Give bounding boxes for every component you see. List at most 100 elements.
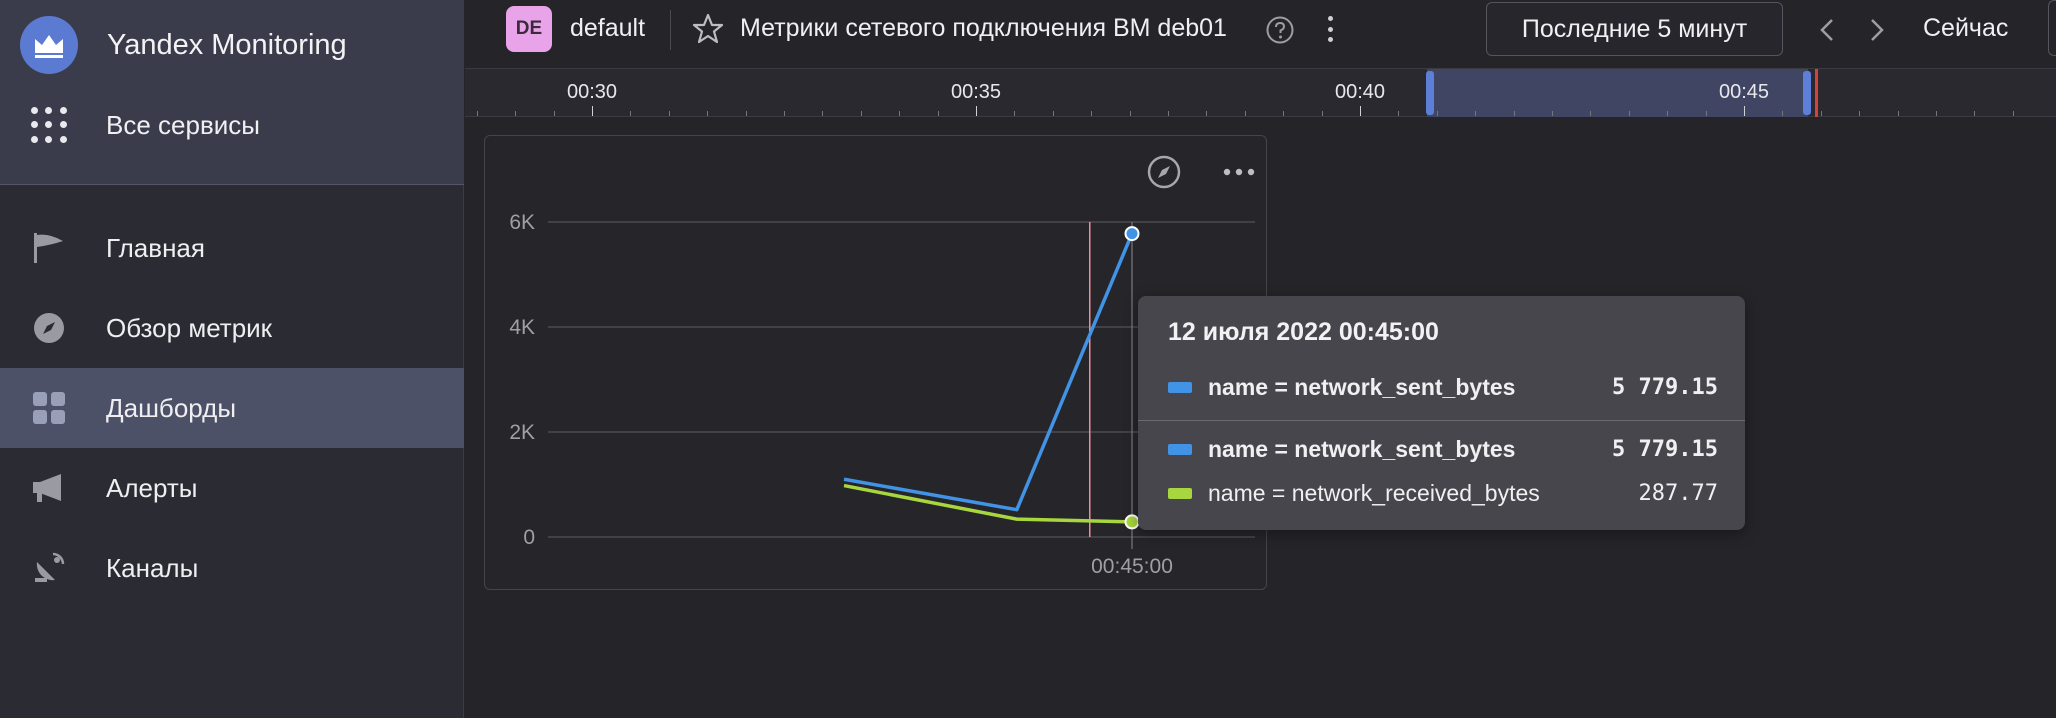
dashboard-title: Метрики сетевого подключения ВМ deb01 xyxy=(740,14,1227,42)
edge-button[interactable] xyxy=(2048,0,2056,56)
timeline-minor-tick xyxy=(1590,111,1592,116)
timeline-minor-tick xyxy=(1168,111,1169,116)
top-bar: DE default Метрики сетевого подключения … xyxy=(465,0,2056,68)
timeline-minor-tick xyxy=(1628,111,1630,116)
tooltip-row: name = network_sent_bytes 5 779.15 xyxy=(1168,432,1718,466)
timeline-now-marker xyxy=(1815,69,1818,117)
timeline-minor-tick xyxy=(668,111,670,116)
timeline-minor-tick xyxy=(1014,111,1016,116)
tooltip-series-value: 5 779.15 xyxy=(1612,436,1718,462)
y-tick-label: 0 xyxy=(523,526,535,549)
series-swatch xyxy=(1168,381,1192,393)
timeline-minor-tick xyxy=(1129,111,1131,116)
timeline-minor-tick xyxy=(1475,111,1477,116)
more-vertical-icon[interactable] xyxy=(1320,14,1340,44)
sidebar-item-home[interactable]: Главная xyxy=(0,208,464,288)
timeline-minor-tick xyxy=(1436,111,1438,116)
timeline-label: 00:30 xyxy=(566,81,618,103)
timeline-minor-tick xyxy=(1398,111,1400,116)
workspace-name[interactable]: default xyxy=(570,14,645,43)
timeline-minor-tick xyxy=(1859,111,1861,116)
chevron-left-icon[interactable] xyxy=(1813,14,1843,46)
timeline-minor-tick xyxy=(1820,111,1822,116)
brand[interactable]: Yandex Monitoring xyxy=(20,16,347,74)
sidebar-item-label: Обзор метрик xyxy=(106,312,273,343)
timeline-minor-tick xyxy=(899,111,901,116)
tooltip-date: 12 июля 2022 00:45:00 xyxy=(1168,318,1439,346)
timeline-minor-tick xyxy=(476,111,478,116)
timeline-minor-tick xyxy=(1897,111,1899,116)
tooltip-series-name: name = network_sent_bytes xyxy=(1208,373,1516,400)
timeline-major-tick xyxy=(592,106,593,116)
timeline-minor-tick xyxy=(1513,111,1515,116)
brand-name: Yandex Monitoring xyxy=(107,28,347,61)
timeline-minor-tick xyxy=(630,111,632,116)
timeline-minor-tick xyxy=(745,111,747,116)
timeline-ruler[interactable]: 00:30 00:35 00:40 00:45 xyxy=(465,68,2056,117)
timeline-left-handle[interactable] xyxy=(1426,71,1434,115)
timeline-major-tick xyxy=(976,106,977,116)
tooltip-series-value: 5 779.15 xyxy=(1612,374,1718,400)
now-button[interactable]: Сейчас xyxy=(1923,14,2008,43)
sidebar-header: Yandex Monitoring Все сервисы xyxy=(0,0,464,185)
timeline-major-tick xyxy=(1744,106,1745,116)
sidebar-item-label: Главная xyxy=(106,232,205,263)
workspace-badge[interactable]: DE xyxy=(506,6,552,52)
timeline-minor-tick xyxy=(1974,111,1976,116)
tooltip-series-value: 287.77 xyxy=(1638,480,1718,506)
series-line-network-sent-bytes[interactable] xyxy=(843,232,1134,512)
y-tick-label: 4K xyxy=(509,316,535,339)
timeline-minor-tick xyxy=(1206,111,1208,116)
sidebar-item-alerts[interactable]: Алерты xyxy=(0,448,464,528)
help-icon[interactable] xyxy=(1265,15,1295,45)
timeline-minor-tick xyxy=(822,111,824,116)
crown-logo-icon xyxy=(20,16,78,74)
tooltip-row-highlighted: name = network_sent_bytes 5 779.15 xyxy=(1168,370,1718,404)
dashboard-grid-icon xyxy=(30,390,68,426)
timeline-minor-tick xyxy=(1283,111,1285,116)
flag-icon xyxy=(30,230,68,266)
all-services-label: Все сервисы xyxy=(106,109,260,140)
tooltip-divider xyxy=(1138,420,1745,421)
time-range-button[interactable]: Последние 5 минут xyxy=(1486,2,1783,56)
timeline-minor-tick xyxy=(1705,111,1707,116)
sidebar-item-label: Каналы xyxy=(106,552,199,583)
megaphone-icon xyxy=(30,470,68,506)
sidebar-item-label: Дашборды xyxy=(106,392,236,423)
timeline-minor-tick xyxy=(1091,111,1093,116)
timeline-label: 00:35 xyxy=(950,81,1002,103)
timeline-minor-tick xyxy=(1782,111,1784,116)
all-services-button[interactable]: Все сервисы xyxy=(30,100,260,150)
timeline-minor-tick xyxy=(937,111,939,116)
timeline-minor-tick xyxy=(2012,111,2014,116)
series-swatch xyxy=(1168,443,1192,455)
timeline-label: 00:40 xyxy=(1334,81,1386,103)
timeline-minor-tick xyxy=(1052,111,1054,116)
timeline-major-tick xyxy=(1360,106,1361,116)
y-tick-label: 6K xyxy=(509,211,535,234)
compass-icon xyxy=(30,310,68,346)
timeline-minor-tick xyxy=(1244,111,1246,116)
sidebar: Yandex Monitoring Все сервисы Главная Об… xyxy=(0,0,464,718)
timeline-minor-tick xyxy=(860,111,862,116)
header-divider xyxy=(670,10,671,50)
sidebar-item-metrics[interactable]: Обзор метрик xyxy=(0,288,464,368)
timeline-minor-tick xyxy=(784,111,785,116)
timeline-minor-tick xyxy=(1936,111,1937,116)
hover-point[interactable] xyxy=(1124,226,1140,242)
satellite-dish-icon xyxy=(30,550,68,586)
sidebar-item-dashboards[interactable]: Дашборды xyxy=(0,368,464,448)
tooltip-series-name: name = network_received_bytes xyxy=(1208,479,1540,506)
timeline-minor-tick xyxy=(515,111,517,116)
chevron-right-icon[interactable] xyxy=(1861,14,1891,46)
sidebar-item-channels[interactable]: Каналы xyxy=(0,528,464,608)
timeline-minor-tick xyxy=(707,111,709,116)
timeline-right-handle[interactable] xyxy=(1803,71,1811,115)
apps-grid-icon xyxy=(30,106,68,144)
y-tick-label: 2K xyxy=(509,421,535,444)
timeline-minor-tick xyxy=(1552,111,1553,116)
star-icon[interactable] xyxy=(691,12,725,46)
timeline-label: 00:45 xyxy=(1718,81,1770,103)
timeline-minor-tick xyxy=(1667,111,1669,116)
hover-point[interactable] xyxy=(1124,514,1140,530)
